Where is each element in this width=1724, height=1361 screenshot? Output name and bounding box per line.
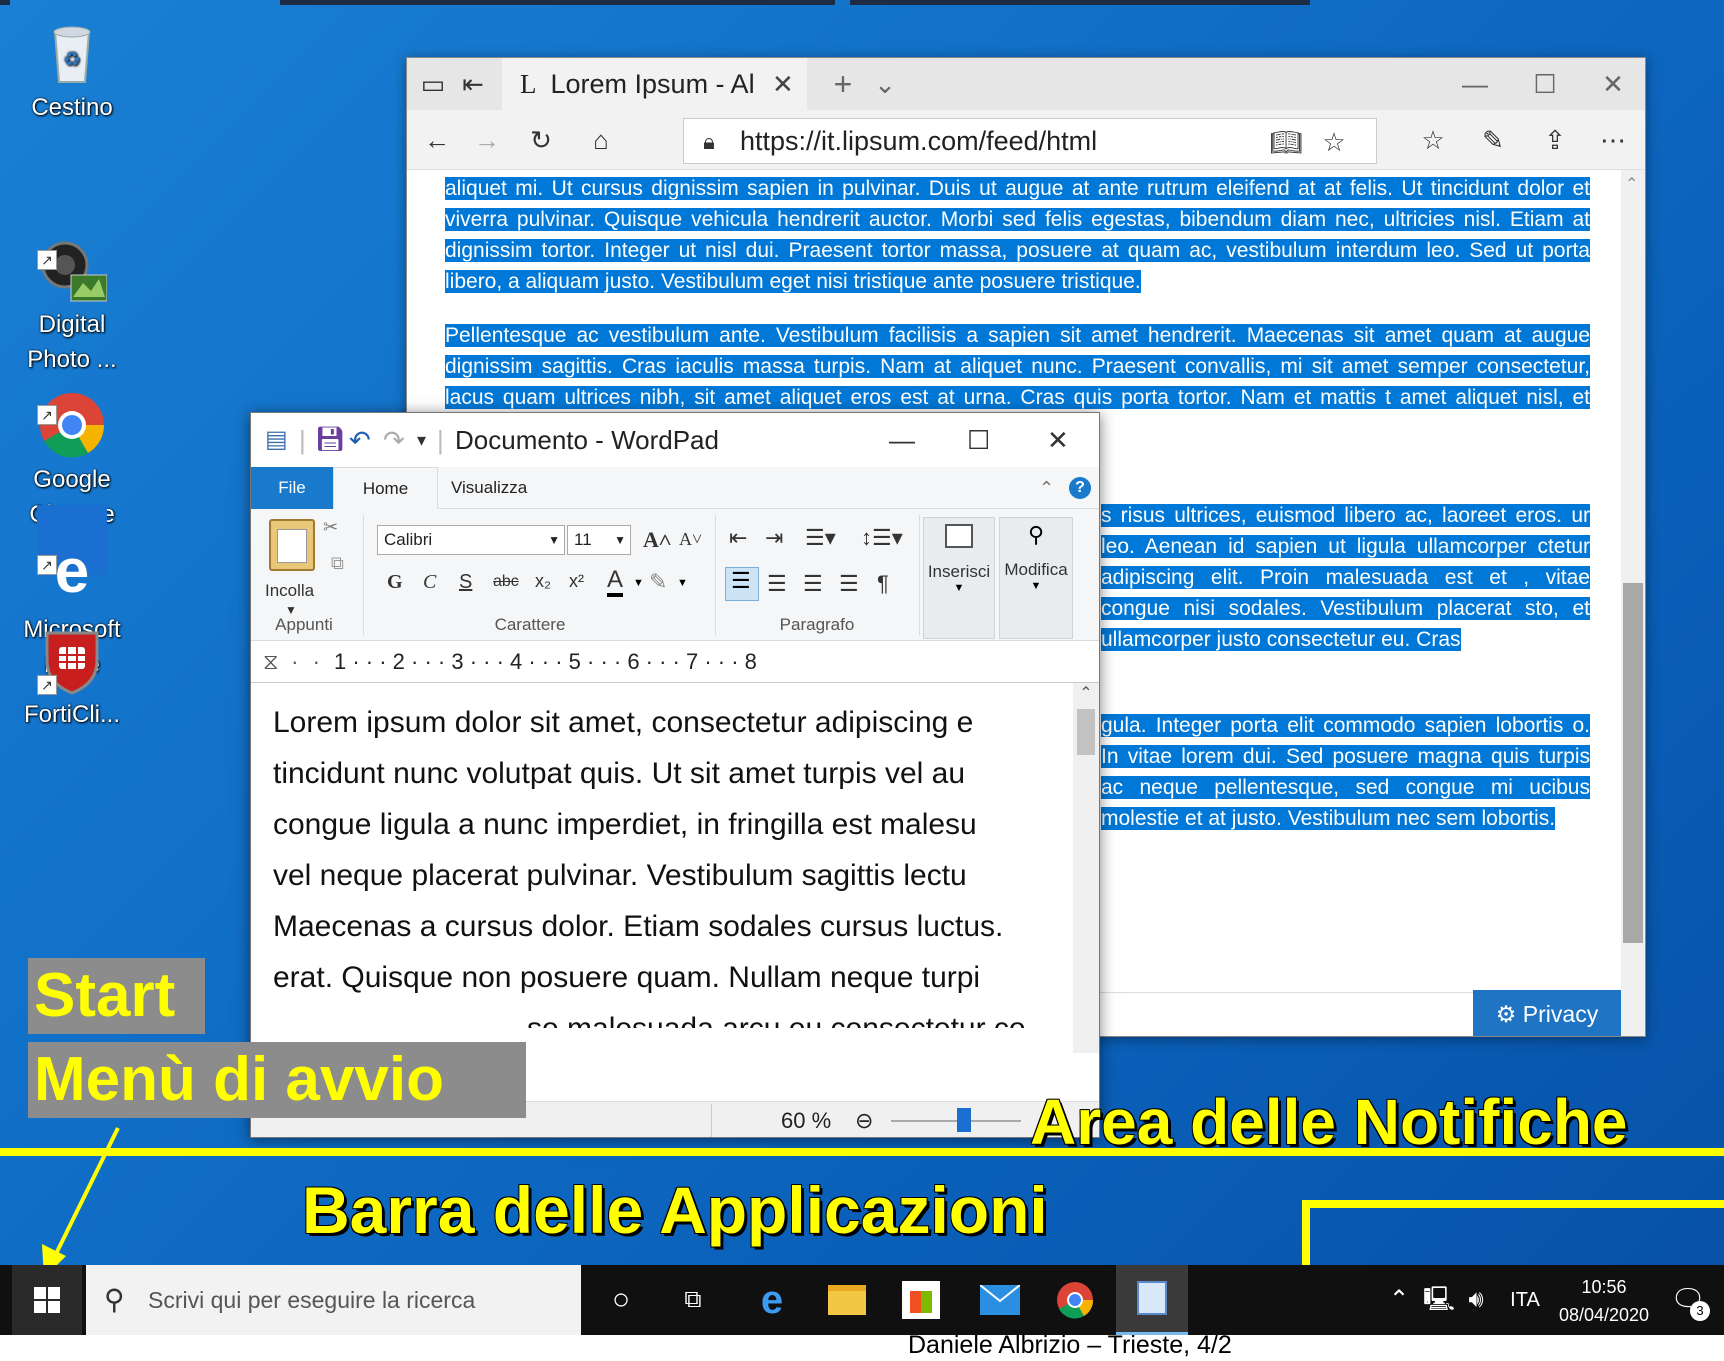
store-icon[interactable] (902, 1281, 940, 1319)
slide-caption: Daniele Albrizio – Trieste, 4/2 (908, 1331, 1232, 1359)
input-language[interactable]: ITA (1502, 1265, 1548, 1335)
wordpad-taskbar-icon (1137, 1281, 1167, 1315)
task-view-icon[interactable]: ⧉ (668, 1265, 718, 1335)
taskbar: ⚲ Scrivi qui per eseguire la ricerca ○ ⧉… (0, 1265, 1724, 1335)
mail-icon[interactable] (979, 1284, 1021, 1315)
desktop: ♻ Cestino ↗ Digital Photo ... ↗ Google C… (0, 0, 1724, 1361)
volume-icon[interactable]: 🔊︎ (1458, 1265, 1494, 1335)
start-button[interactable] (12, 1265, 82, 1335)
action-center-icon[interactable]: 🗨︎ (1668, 1265, 1708, 1335)
clock[interactable]: 10:56 08/04/2020 (1552, 1273, 1656, 1329)
search-box[interactable]: ⚲ Scrivi qui per eseguire la ricerca (86, 1265, 581, 1335)
wordpad-taskbar-item[interactable] (1116, 1265, 1188, 1335)
chrome-taskbar-icon[interactable] (1056, 1281, 1094, 1319)
network-icon[interactable]: 🖳︎ (1422, 1265, 1456, 1335)
show-hidden-icons-chevron-icon[interactable]: ⌃ (1384, 1265, 1414, 1335)
search-icon: ⚲ (104, 1284, 125, 1315)
search-placeholder: Scrivi qui per eseguire la ricerca (148, 1287, 476, 1313)
cortana-icon[interactable]: ○ (596, 1265, 646, 1335)
file-explorer-icon[interactable] (828, 1285, 866, 1315)
edge-taskbar-icon[interactable]: e (744, 1265, 800, 1335)
clock-time: 10:56 (1581, 1277, 1627, 1297)
clock-date: 08/04/2020 (1558, 1305, 1650, 1325)
start-pointer-arrow (42, 1127, 120, 1278)
windows-logo-icon (34, 1287, 60, 1313)
notification-count-badge: 3 (1690, 1301, 1710, 1321)
slide-caption-strip: Daniele Albrizio – Trieste, 4/2 (0, 1331, 1724, 1361)
